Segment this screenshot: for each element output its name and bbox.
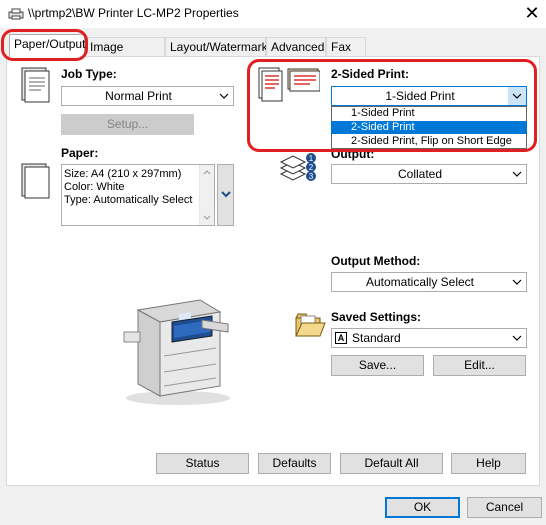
output-method-value: Automatically Select — [365, 275, 475, 289]
paper-type-line: Type: Automatically Select — [64, 194, 193, 206]
save-button[interactable]: Save... — [331, 355, 424, 376]
chevron-down-icon — [512, 335, 522, 341]
setup-button[interactable]: Setup... — [61, 114, 194, 135]
collate-icon: 1 2 3 — [279, 153, 316, 181]
paper-size-line: Size: A4 (210 x 297mm) — [64, 168, 182, 180]
defaults-button[interactable]: Defaults — [258, 453, 331, 474]
cancel-button[interactable]: Cancel — [467, 497, 542, 518]
chevron-down-icon — [221, 191, 231, 198]
paper-scrollbar[interactable] — [199, 165, 214, 225]
chevron-down-icon — [512, 279, 522, 285]
paper-icon — [21, 163, 50, 199]
job-type-dropdown[interactable]: Normal Print — [61, 86, 234, 106]
help-button[interactable]: Help — [451, 453, 526, 474]
collate-number-1: 1 — [309, 154, 314, 163]
printer-icon — [8, 8, 24, 20]
scroll-up-icon[interactable] — [202, 168, 212, 176]
document-icon — [21, 67, 50, 103]
chevron-down-icon — [219, 93, 229, 99]
default-all-button[interactable]: Default All — [340, 453, 443, 474]
collate-number-3: 3 — [309, 172, 314, 181]
output-method-label: Output Method: — [331, 254, 421, 268]
paper-expand-button[interactable] — [217, 164, 234, 226]
tab-advanced[interactable]: Advanced — [266, 37, 326, 56]
annotation-highlight-two-sided — [247, 59, 537, 152]
paper-label: Paper: — [61, 146, 99, 160]
saved-settings-dropdown[interactable]: A Standard — [331, 328, 527, 348]
printer-illustration-icon — [123, 299, 230, 405]
output-method-dropdown[interactable]: Automatically Select — [331, 272, 527, 292]
paper-info-box: Size: A4 (210 x 297mm) Color: White Type… — [61, 164, 215, 226]
job-type-label: Job Type: — [61, 67, 117, 81]
annotation-highlight-tab — [1, 29, 88, 61]
paper-color-line: Color: White — [64, 181, 125, 193]
scroll-down-icon[interactable] — [202, 214, 212, 222]
tab-fax[interactable]: Fax — [326, 37, 366, 56]
output-value: Collated — [397, 167, 443, 181]
job-type-value: Normal Print — [105, 89, 172, 103]
window-title: \\prtmp2\BW Printer LC-MP2 Properties — [28, 6, 239, 20]
folder-icon — [295, 313, 326, 337]
chevron-down-icon — [512, 171, 522, 177]
saved-settings-label: Saved Settings: — [331, 310, 422, 324]
collate-number-2: 2 — [309, 163, 314, 172]
status-button[interactable]: Status — [156, 453, 249, 474]
settings-badge: A — [335, 332, 347, 344]
tab-image-options[interactable]: Image Options — [85, 37, 165, 73]
saved-settings-value: Standard — [352, 331, 401, 345]
edit-button[interactable]: Edit... — [433, 355, 526, 376]
close-button[interactable]: ✕ — [521, 2, 543, 24]
tab-layout-watermark[interactable]: Layout/Watermark — [165, 37, 268, 56]
ok-button[interactable]: OK — [385, 497, 460, 518]
output-dropdown[interactable]: Collated — [331, 164, 527, 184]
